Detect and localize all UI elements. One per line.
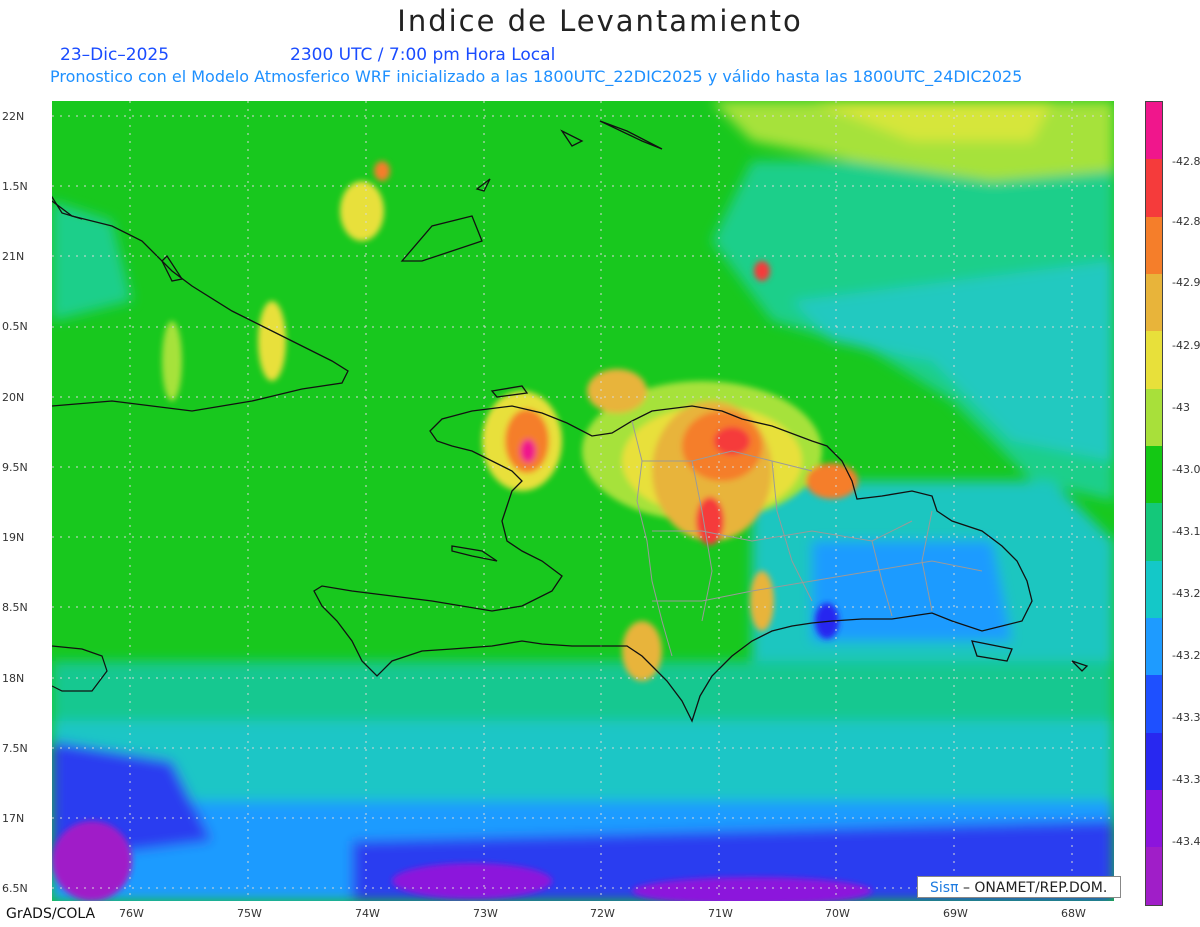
lat-label: 19N [2,531,25,544]
sispi-logo: Sisπ [930,880,959,896]
lat-label: 9.5N [2,461,28,474]
colorbar-label: -42.8 [1172,215,1200,228]
colorbar-label: -42.9 [1172,339,1200,352]
lon-label: 70W [825,907,850,920]
lon-label: 71W [708,907,733,920]
lon-label: 72W [590,907,615,920]
colorbar-label: -42.8 [1172,155,1200,168]
map-canvas [52,101,1114,901]
lon-label: 68W [1061,907,1086,920]
colorbar-swatch [1146,560,1162,619]
colorbar-label: -43.3 [1172,773,1200,786]
colorbar-label: -43.2 [1172,649,1200,662]
forecast-subtitle: Pronostico con el Modelo Atmosferico WRF… [50,67,1023,86]
colorbar-label: -43 [1172,401,1190,414]
lat-label: 17N [2,812,25,825]
colorbar-swatch [1146,503,1162,561]
lon-label: 76W [119,907,144,920]
colorbar-swatch [1146,388,1162,447]
grads-label: GrADS/COLA [6,906,96,922]
lon-label: 73W [473,907,498,920]
colorbar-swatch [1146,274,1162,332]
colorbar-label: -43.0 [1172,463,1200,476]
lat-label: 0.5N [2,320,28,333]
lat-label: 20N [2,391,25,404]
colorbar-swatch [1146,446,1162,504]
forecast-date: 23–Dic–2025 [60,45,170,65]
forecast-time: 2300 UTC / 7:00 pm Hora Local [290,45,556,65]
lifted-index-map [52,101,1114,901]
colorbar-label: -43.1 [1172,525,1200,538]
colorbar-swatch [1146,732,1162,791]
map-title: Indice de Levantamiento [397,4,803,38]
colorbar-label: -43.2 [1172,587,1200,600]
colorbar-label: -43.4 [1172,835,1200,848]
colorbar [1145,101,1163,906]
lon-label: 69W [943,907,968,920]
colorbar-swatch [1146,618,1162,676]
colorbar-swatch [1146,216,1162,275]
colorbar-swatch [1146,331,1162,389]
credit-text: – ONAMET/REP.DOM. [958,880,1108,896]
lon-label: 75W [237,907,262,920]
colorbar-swatch [1146,102,1162,160]
colorbar-swatch [1146,847,1162,905]
colorbar-swatch [1146,675,1162,733]
colorbar-swatch [1146,790,1162,848]
lat-label: 18N [2,672,25,685]
lat-label: 7.5N [2,742,28,755]
lat-label: 6.5N [2,882,28,895]
credit-box: Sisπ – ONAMET/REP.DOM. [917,876,1121,898]
lat-label: 8.5N [2,601,28,614]
lat-label: 21N [2,250,25,263]
colorbar-label: -42.9 [1172,276,1200,289]
colorbar-label: -43.3 [1172,711,1200,724]
colorbar-swatch [1146,159,1162,217]
lat-label: 1.5N [2,180,28,193]
lat-label: 22N [2,110,25,123]
lon-label: 74W [355,907,380,920]
